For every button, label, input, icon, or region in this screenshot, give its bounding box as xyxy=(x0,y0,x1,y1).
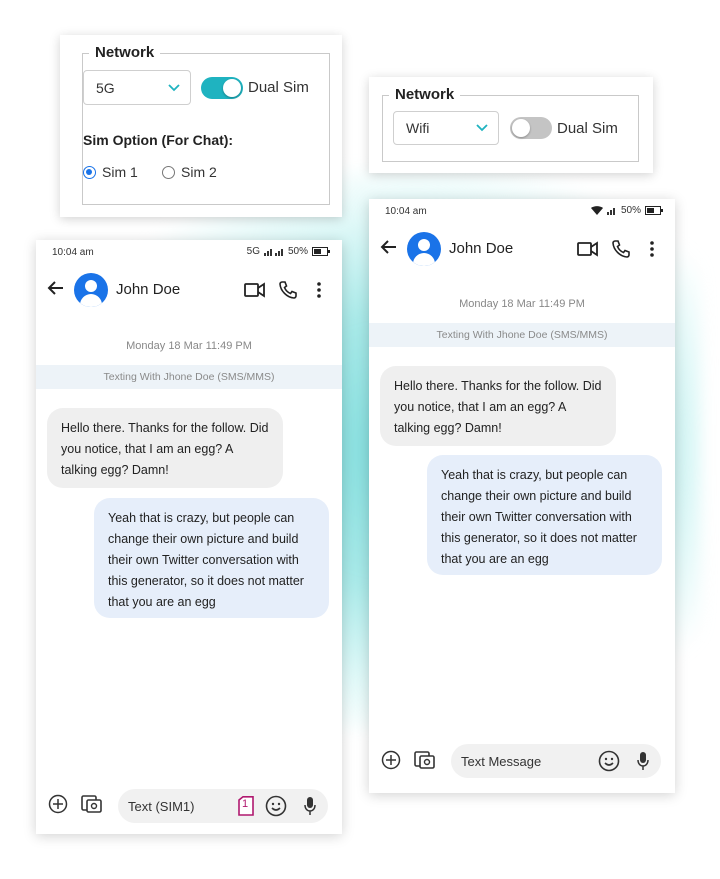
compose-bar: Text Message xyxy=(369,741,675,781)
message-input-placeholder: Text Message xyxy=(461,753,542,769)
status-battery-percent: 50% xyxy=(287,246,308,257)
radio-sim-1-label: Sim 1 xyxy=(102,164,138,180)
status-battery-percent: 50% xyxy=(620,205,641,216)
signal-icon xyxy=(606,206,617,215)
mic-icon[interactable] xyxy=(304,796,316,816)
emoji-icon[interactable] xyxy=(265,795,287,817)
dual-sim-label: Dual Sim xyxy=(248,79,309,96)
back-arrow-icon[interactable] xyxy=(379,237,399,257)
radio-sim-1[interactable]: Sim 1 xyxy=(83,164,138,180)
status-bar: 10:04 am 50% xyxy=(369,199,675,223)
phone-icon[interactable] xyxy=(278,280,298,300)
wifi-icon xyxy=(590,206,603,215)
dual-sim-toggle[interactable] xyxy=(510,117,552,139)
contact-name[interactable]: John Doe xyxy=(116,281,180,298)
emoji-icon[interactable] xyxy=(598,750,620,772)
sms-banner: Texting With Jhone Doe (SMS/MMS) xyxy=(36,365,342,389)
chat-app-bar: John Doe xyxy=(369,227,675,271)
avatar[interactable] xyxy=(407,232,441,266)
mic-icon[interactable] xyxy=(637,751,649,771)
incoming-message: Hello there. Thanks for the follow. Did … xyxy=(380,366,616,446)
network-settings-panel-wifi: Network Wifi Dual Sim xyxy=(369,77,653,173)
chevron-down-icon xyxy=(168,83,180,92)
battery-icon xyxy=(312,247,330,256)
radio-indicator-selected xyxy=(83,165,96,179)
add-circle-icon[interactable] xyxy=(381,750,401,770)
phone-screen-dual-sim: 10:04 am 5G 50% John Doe Monday 18 Mar 1… xyxy=(36,240,342,834)
video-call-icon[interactable] xyxy=(577,241,599,257)
more-vert-icon[interactable] xyxy=(649,241,655,257)
outgoing-message: Yeah that is crazy, but people can chang… xyxy=(427,455,662,575)
network-select[interactable]: Wifi xyxy=(393,111,499,145)
radio-indicator xyxy=(162,165,175,179)
sms-banner: Texting With Jhone Doe (SMS/MMS) xyxy=(369,323,675,347)
gallery-icon[interactable] xyxy=(414,748,436,770)
date-label: Monday 18 Mar 11:49 PM xyxy=(126,340,252,352)
network-legend: Network xyxy=(89,44,161,61)
chat-app-bar: John Doe xyxy=(36,268,342,312)
signal-icon xyxy=(263,247,284,256)
status-time: 10:04 am xyxy=(385,206,427,217)
status-bar: 10:04 am 5G 50% xyxy=(36,240,342,264)
network-settings-panel-dual-sim: Network 5G Dual Sim Sim Option (For Chat… xyxy=(60,35,342,217)
chevron-down-icon xyxy=(476,124,488,132)
sim-badge-number: 1 xyxy=(242,798,249,810)
add-circle-icon[interactable] xyxy=(48,794,68,814)
incoming-message: Hello there. Thanks for the follow. Did … xyxy=(47,408,283,488)
message-input-placeholder: Text (SIM1) xyxy=(128,798,195,814)
contact-name[interactable]: John Doe xyxy=(449,240,513,257)
gallery-icon[interactable] xyxy=(81,792,103,814)
network-select-value: Wifi xyxy=(406,120,430,136)
more-vert-icon[interactable] xyxy=(316,282,322,298)
compose-bar: Text (SIM1) 1 xyxy=(36,786,342,826)
radio-sim-2[interactable]: Sim 2 xyxy=(162,164,217,180)
date-label: Monday 18 Mar 11:49 PM xyxy=(459,298,585,310)
outgoing-message: Yeah that is crazy, but people can chang… xyxy=(94,498,329,618)
battery-icon xyxy=(645,206,663,215)
phone-screen-wifi: 10:04 am 50% John Doe Monday 18 Mar 11:4… xyxy=(369,199,675,793)
message-input[interactable]: Text (SIM1) 1 xyxy=(118,789,328,823)
network-select-value: 5G xyxy=(96,79,115,96)
network-select[interactable]: 5G xyxy=(83,70,191,105)
network-legend: Network xyxy=(389,86,461,103)
video-call-icon[interactable] xyxy=(244,282,266,298)
avatar[interactable] xyxy=(74,273,108,307)
status-time: 10:04 am xyxy=(52,247,94,258)
message-input[interactable]: Text Message xyxy=(451,744,661,778)
phone-icon[interactable] xyxy=(611,239,631,259)
radio-sim-2-label: Sim 2 xyxy=(181,164,217,180)
sim-option-title: Sim Option (For Chat): xyxy=(83,132,234,148)
dual-sim-label: Dual Sim xyxy=(557,120,618,137)
back-arrow-icon[interactable] xyxy=(46,278,66,298)
status-network: 5G xyxy=(246,246,260,257)
dual-sim-toggle[interactable] xyxy=(201,77,243,99)
